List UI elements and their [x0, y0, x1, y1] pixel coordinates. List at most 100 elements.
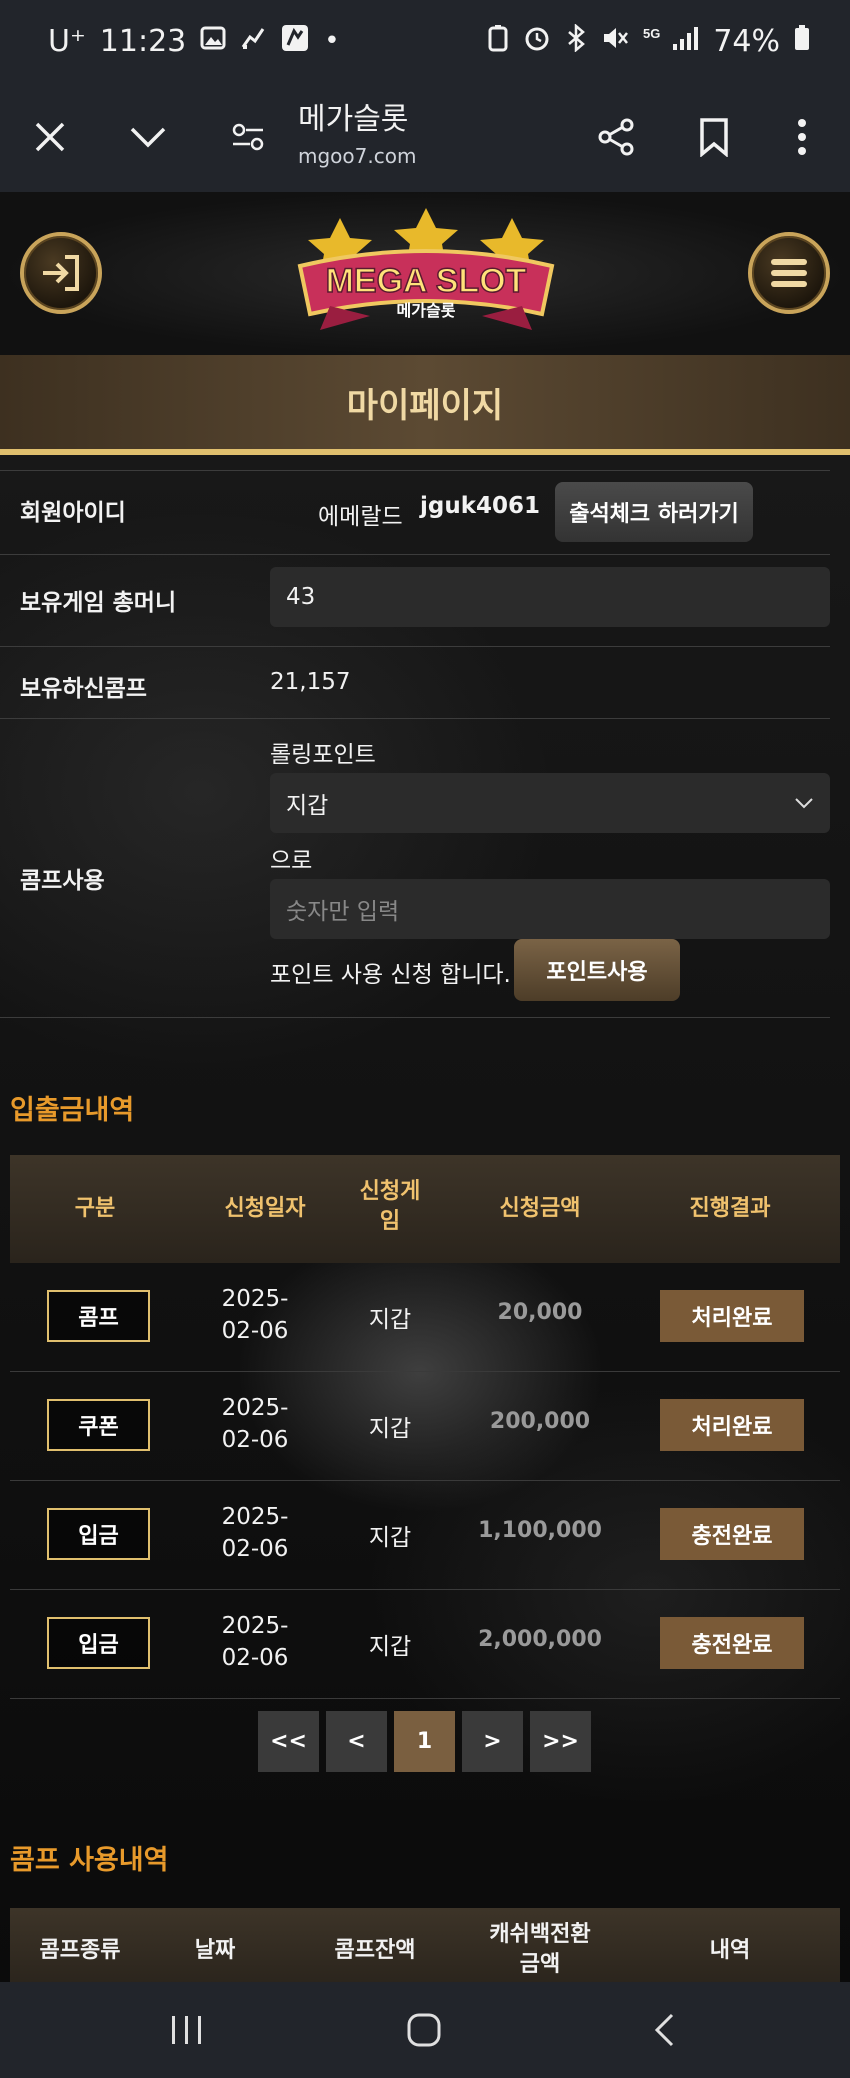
comp-use-row: 콤프사용 롤링포인트 지갑 으로 숫자만 입력 포인트 사용 신청 합니다. 포… — [0, 718, 830, 1018]
comp-history-title: 콤프 사용내역 — [10, 1845, 169, 1876]
member-level: 에메랄드 — [318, 504, 403, 530]
tune-icon — [232, 123, 264, 151]
col-comp-type: 콤프종류 — [39, 1938, 121, 1963]
web-page: MEGA SLOT 메가슬롯 마이페이지 회원아이디 에메랄드 jguk4061… — [0, 192, 850, 1982]
col-comp-detail: 내역 — [709, 1938, 751, 1963]
svg-text:5G: 5G — [643, 26, 660, 41]
col-amount: 신청금액 — [499, 1196, 581, 1221]
site-logo[interactable]: MEGA SLOT 메가슬롯 — [280, 206, 572, 336]
table-row: 콤프 2025- 02-06 지갑 20,000 처리완료 — [10, 1263, 840, 1372]
date-day: 02-06 — [221, 1427, 289, 1453]
game-money-value: 43 — [286, 584, 316, 610]
table-row: 입금 2025- 02-06 지갑 1,100,000 충전완료 — [10, 1481, 840, 1590]
table-row: 입금 2025- 02-06 지갑 2,000,000 충전완료 — [10, 1590, 840, 1699]
minimize-button[interactable] — [118, 107, 178, 167]
bookmark-button[interactable] — [684, 107, 744, 167]
apply-text: 포인트 사용 신청 합니다. — [270, 962, 511, 988]
date-year: 2025- — [221, 1613, 289, 1639]
comp-balance-row: 보유하신콤프 21,157 — [0, 646, 830, 718]
col-date: 신청일자 — [224, 1196, 306, 1221]
type-badge: 쿠폰 — [47, 1399, 150, 1451]
status-badge: 처리완료 — [660, 1399, 804, 1451]
col-cashback-line1: 캐쉬백전환 — [489, 1922, 591, 1947]
wallet-select-value: 지갑 — [286, 793, 329, 819]
comp-balance-label: 보유하신콤프 — [20, 676, 147, 702]
chart-icon — [240, 25, 266, 58]
site-header: MEGA SLOT 메가슬롯 — [0, 192, 850, 355]
login-button[interactable] — [20, 232, 102, 314]
attendance-check-button[interactable]: 출석체크 하러가기 — [555, 482, 753, 542]
browser-toolbar: 메가슬롯 mgoo7.com — [0, 82, 850, 192]
alarm-icon — [523, 24, 551, 59]
to-label: 으로 — [270, 848, 313, 874]
more-options-button[interactable] — [772, 107, 832, 167]
status-badge: 처리완료 — [660, 1290, 804, 1342]
next-page-button[interactable]: > — [462, 1711, 523, 1772]
rolling-point-label: 롤링포인트 — [270, 742, 376, 768]
member-id-value: jguk4061 — [420, 493, 541, 519]
col-comp-date: 날짜 — [194, 1938, 236, 1963]
game-money-row: 보유게임 총머니 43 — [0, 554, 830, 644]
amount-cell: 200,000 — [489, 1409, 591, 1434]
prev-page-button[interactable]: < — [326, 1711, 387, 1772]
share-icon — [598, 118, 634, 156]
col-comp-balance: 콤프잔액 — [334, 1938, 416, 1963]
date-year: 2025- — [221, 1504, 289, 1530]
col-game-line2: 임 — [379, 1209, 401, 1234]
game-cell: 지갑 — [368, 1634, 412, 1660]
close-tab-button[interactable] — [20, 107, 80, 167]
date-cell: 2025- 02-06 — [195, 1283, 315, 1347]
game-money-label: 보유게임 총머니 — [20, 590, 177, 616]
close-icon — [35, 122, 65, 152]
first-page-button[interactable]: << — [258, 1711, 319, 1772]
game-cell: 지갑 — [368, 1525, 412, 1551]
amount-cell: 20,000 — [497, 1300, 583, 1325]
comp-use-label: 콤프사용 — [20, 868, 105, 894]
point-amount-input[interactable]: 숫자만 입력 — [270, 879, 830, 939]
point-amount-placeholder: 숫자만 입력 — [286, 899, 400, 925]
status-badge: 충전완료 — [660, 1508, 804, 1560]
transactions-header: 구분 신청일자 신청게 임 신청금액 진행결과 — [10, 1155, 840, 1263]
game-money-field: 43 — [270, 567, 830, 627]
back-icon — [654, 2013, 674, 2047]
home-button[interactable] — [394, 2000, 454, 2060]
date-year: 2025- — [221, 1395, 289, 1421]
date-cell: 2025- 02-06 — [195, 1501, 315, 1565]
site-settings-button[interactable] — [218, 107, 278, 167]
game-cell: 지갑 — [368, 1307, 412, 1333]
url-box[interactable]: 메가슬롯 mgoo7.com — [298, 94, 416, 168]
status-badge: 충전완료 — [660, 1617, 804, 1669]
current-page-button[interactable]: 1 — [394, 1711, 455, 1772]
col-type: 구분 — [74, 1196, 116, 1221]
clock: 11:23 — [99, 23, 187, 59]
comp-balance-value: 21,157 — [270, 669, 351, 695]
dot-icon: • — [324, 26, 340, 56]
5g-signal-icon: 5G — [643, 24, 699, 59]
comp-history-header: 콤프종류 날짜 콤프잔액 캐쉬백전환 금액 내역 — [10, 1908, 840, 1982]
recent-apps-button[interactable] — [157, 2000, 217, 2060]
mute-icon — [601, 24, 629, 59]
transactions-title: 입출금내역 — [10, 1095, 135, 1126]
use-points-button[interactable]: 포인트사용 — [514, 939, 680, 1001]
back-button[interactable] — [634, 2000, 694, 2060]
share-button[interactable] — [586, 107, 646, 167]
member-id-label: 회원아이디 — [20, 500, 126, 526]
recent-apps-icon — [172, 2016, 201, 2044]
logo-subtext: 메가슬롯 — [397, 302, 456, 320]
menu-button[interactable] — [748, 232, 830, 314]
page-title-label: 메가슬롯 — [298, 102, 409, 137]
amount-cell: 2,000,000 — [478, 1627, 602, 1652]
date-cell: 2025- 02-06 — [195, 1610, 315, 1674]
type-badge: 입금 — [47, 1508, 150, 1560]
wallet-select[interactable]: 지갑 — [270, 773, 830, 833]
date-day: 02-06 — [221, 1645, 289, 1671]
col-game: 신청게 임 — [330, 1177, 450, 1237]
last-page-button[interactable]: >> — [530, 1711, 591, 1772]
domain-label: mgoo7.com — [298, 144, 417, 168]
date-year: 2025- — [221, 1286, 289, 1312]
battery-icon — [794, 24, 810, 58]
date-day: 02-06 — [221, 1318, 289, 1344]
col-result: 진행결과 — [689, 1196, 771, 1221]
login-icon — [43, 255, 79, 291]
col-game-line1: 신청게 — [359, 1179, 421, 1204]
